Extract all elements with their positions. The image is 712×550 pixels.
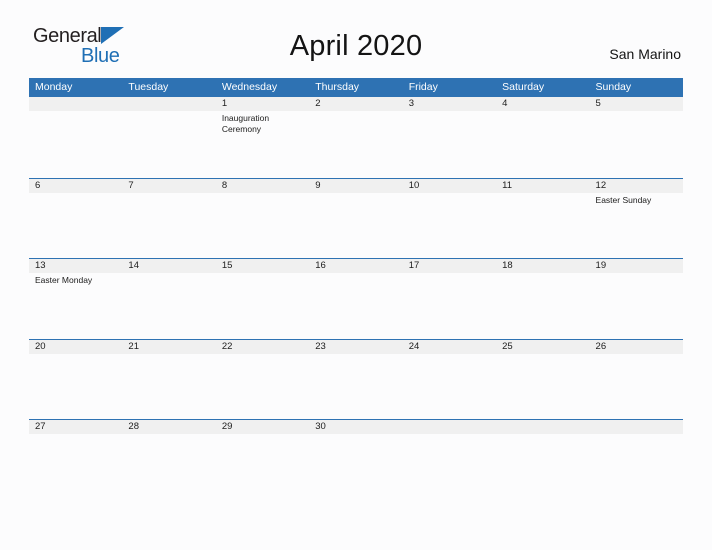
calendar-day-cell[interactable]: 27 xyxy=(29,419,122,500)
calendar-day-cell[interactable]: 19 xyxy=(590,258,683,339)
calendar-day-cell[interactable]: 1 Inauguration Ceremony xyxy=(216,97,309,178)
day-number: 20 xyxy=(35,340,46,352)
calendar-day-cell[interactable]: 9 xyxy=(309,178,402,259)
day-number: 7 xyxy=(128,179,134,191)
day-number: 27 xyxy=(35,421,46,432)
weekday-header-row: Monday Tuesday Wednesday Thursday Friday… xyxy=(29,78,683,97)
day-event-label: Easter Sunday xyxy=(595,194,652,205)
week-day-cells: 6 7 8 9 10 11 12 Easter Sunday xyxy=(29,178,683,259)
calendar-day-cell[interactable]: 25 xyxy=(496,339,589,420)
page-header: General Blue April 2020 San Marino xyxy=(0,0,712,66)
calendar-day-cell[interactable]: 12 Easter Sunday xyxy=(590,178,683,259)
day-number: 11 xyxy=(502,179,512,191)
calendar-weeks: 1 Inauguration Ceremony 2 3 4 5 6 7 8 9 10 11 12 Easte… xyxy=(29,97,683,500)
day-number: 22 xyxy=(221,340,233,352)
day-event-list: Inauguration Ceremony xyxy=(222,113,309,135)
calendar-day-cell[interactable]: 17 xyxy=(403,258,496,339)
weekday-header-friday: Friday xyxy=(408,81,438,93)
calendar-week-row: 13 Easter Monday 14 15 16 17 18 19 xyxy=(29,258,683,339)
calendar-day-cell[interactable]: 15 xyxy=(216,258,309,339)
day-number: 5 xyxy=(595,98,601,109)
calendar-day-cell[interactable]: 3 xyxy=(403,97,496,178)
weekday-header-wednesday: Wednesday xyxy=(221,81,278,93)
calendar-day-cell[interactable]: 20 xyxy=(29,339,122,420)
calendar-day-cell-empty xyxy=(590,419,683,500)
day-number: 15 xyxy=(221,260,233,271)
calendar-grid: Monday Tuesday Wednesday Thursday Friday… xyxy=(29,78,683,500)
calendar-day-cell[interactable]: 13 Easter Monday xyxy=(29,258,122,339)
calendar-day-cell[interactable]: 4 xyxy=(496,97,589,178)
calendar-day-cell[interactable]: 24 xyxy=(403,339,496,420)
calendar-day-cell-empty xyxy=(496,419,589,500)
day-event-label: Ceremony xyxy=(221,124,262,134)
day-number: 16 xyxy=(315,260,326,271)
calendar-day-cell[interactable]: 16 xyxy=(309,258,402,339)
day-number: 8 xyxy=(221,179,228,191)
calendar-day-cell[interactable]: 6 xyxy=(29,178,122,259)
calendar-day-cell-empty xyxy=(29,97,122,178)
week-day-cells: 1 Inauguration Ceremony 2 3 4 5 xyxy=(29,97,683,178)
calendar-day-cell[interactable]: 21 xyxy=(122,339,215,420)
day-number: 24 xyxy=(408,340,420,352)
day-number: 3 xyxy=(408,98,414,109)
day-number: 18 xyxy=(502,260,513,271)
day-number: 12 xyxy=(595,179,607,191)
day-number: 19 xyxy=(595,260,607,271)
day-number: 17 xyxy=(408,260,420,271)
day-number: 6 xyxy=(35,179,41,191)
calendar-day-cell[interactable]: 28 xyxy=(122,419,215,500)
day-number: 4 xyxy=(502,98,508,109)
calendar-week-row: 20 21 22 23 24 25 26 xyxy=(29,338,683,420)
calendar-day-cell[interactable]: 23 xyxy=(309,339,402,420)
calendar-day-cell[interactable]: 14 xyxy=(122,258,215,339)
locale-label: San Marino xyxy=(609,46,681,62)
weekday-header-monday: Monday xyxy=(35,81,73,93)
weekday-header-sunday: Sunday xyxy=(595,81,632,93)
calendar-day-cell[interactable]: 29 xyxy=(216,419,309,500)
day-number: 10 xyxy=(408,179,420,191)
page-title: April 2020 xyxy=(289,30,423,62)
calendar-week-row: 1 Inauguration Ceremony 2 3 4 5 xyxy=(29,97,683,178)
calendar-day-cell[interactable]: 8 xyxy=(216,178,309,259)
calendar-day-cell[interactable]: 26 xyxy=(590,339,683,420)
weekday-header-thursday: Thursday xyxy=(315,81,360,93)
day-event-list: Easter Sunday xyxy=(596,195,683,206)
calendar-day-cell[interactable]: 5 xyxy=(590,97,683,178)
calendar-week-row: 6 7 8 9 10 11 12 Easter Sunday xyxy=(29,177,683,259)
calendar-day-cell[interactable]: 18 xyxy=(496,258,589,339)
week-day-cells: 13 Easter Monday 14 15 16 17 18 19 xyxy=(29,258,683,339)
day-number: 21 xyxy=(128,340,139,352)
weekday-header-tuesday: Tuesday xyxy=(128,81,169,93)
calendar-day-cell[interactable]: 2 xyxy=(309,97,402,178)
day-number: 25 xyxy=(502,340,513,352)
week-day-cells: 20 21 22 23 24 25 26 xyxy=(29,339,683,420)
day-number: 29 xyxy=(221,421,233,432)
day-event-label: Inauguration xyxy=(221,113,270,123)
calendar-day-cell[interactable]: 7 xyxy=(122,178,215,259)
weekday-header-saturday: Saturday xyxy=(502,81,545,93)
day-number: 2 xyxy=(315,98,321,109)
day-event-list: Easter Monday xyxy=(35,275,122,286)
calendar-day-cell[interactable]: 11 xyxy=(496,178,589,259)
day-number: 14 xyxy=(128,260,139,271)
calendar-day-cell[interactable]: 10 xyxy=(403,178,496,259)
calendar-page: General Blue April 2020 San Marino Monda… xyxy=(0,0,712,550)
day-number: 23 xyxy=(315,340,326,352)
calendar-day-cell[interactable]: 22 xyxy=(216,339,309,420)
day-number: 9 xyxy=(315,179,321,191)
day-number: 26 xyxy=(595,340,607,352)
calendar-day-cell-empty xyxy=(122,97,215,178)
day-number: 13 xyxy=(35,260,46,271)
week-day-cells: 27 28 29 30 xyxy=(29,419,683,500)
day-event-label: Easter Monday xyxy=(35,275,93,285)
calendar-day-cell[interactable]: 30 xyxy=(309,419,402,500)
calendar-day-cell-empty xyxy=(403,419,496,500)
day-number: 30 xyxy=(315,421,326,432)
day-number: 28 xyxy=(128,421,139,432)
day-number: 1 xyxy=(221,98,228,109)
calendar-week-row: 27 28 29 30 xyxy=(29,419,683,500)
